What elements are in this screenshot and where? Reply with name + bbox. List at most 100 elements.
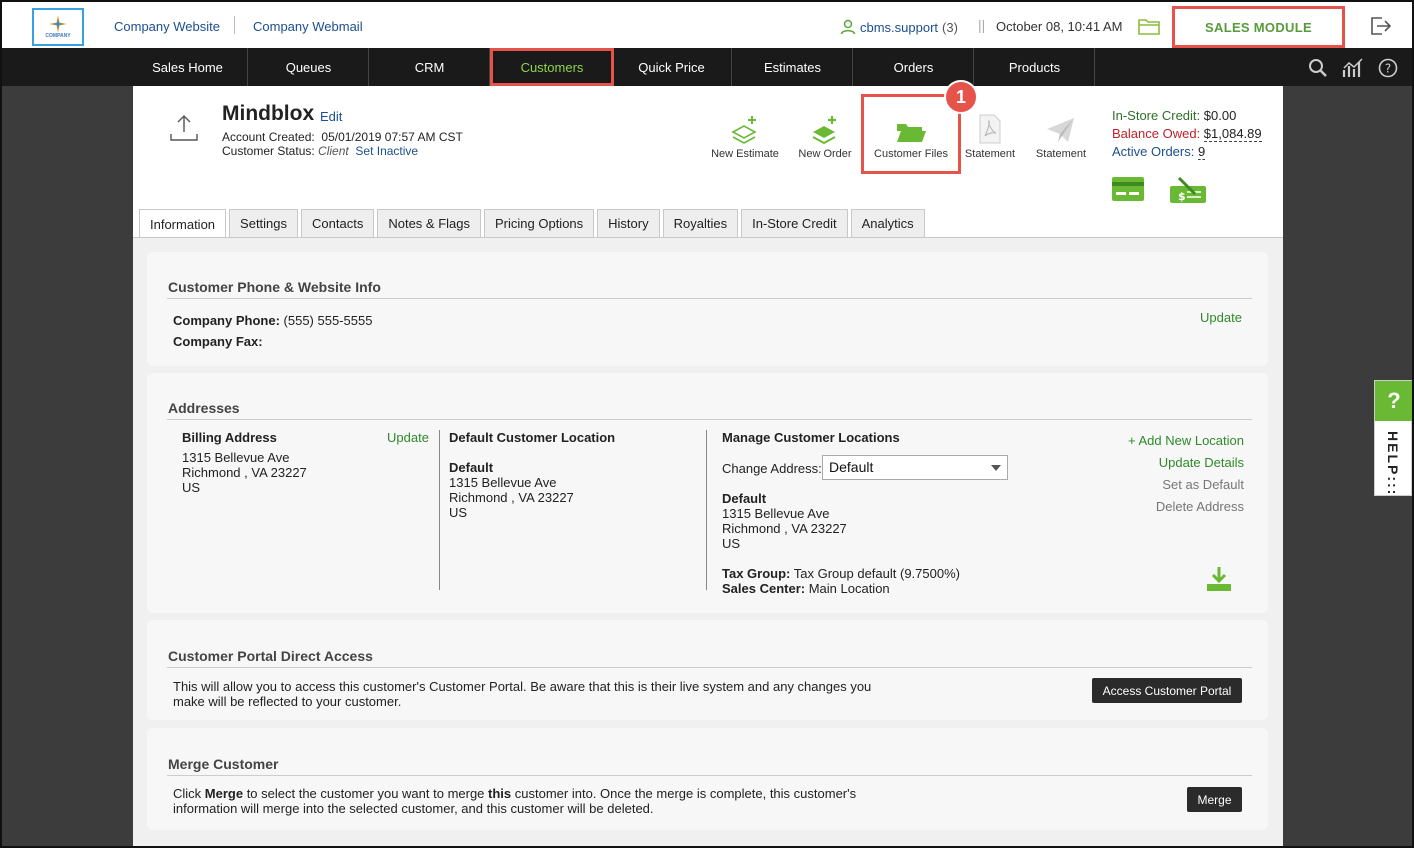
divider xyxy=(167,775,1252,776)
merge-text: to select the customer you want to merge xyxy=(243,786,489,801)
help-circle-icon[interactable]: ? xyxy=(1378,58,1398,78)
current-datetime: October 08, 10:41 AM xyxy=(996,19,1123,34)
user-menu[interactable]: cbms.support (3) xyxy=(840,19,958,35)
notification-count: (3) xyxy=(942,19,958,35)
manage-line-2: Richmond , VA 23227 xyxy=(722,521,847,536)
search-icon[interactable] xyxy=(1308,58,1328,78)
default-location-name: Default xyxy=(449,460,494,475)
active-orders-label: Active Orders: xyxy=(1112,144,1195,159)
company-fax-label: Company Fax: xyxy=(173,334,263,349)
nav-crm[interactable]: CRM xyxy=(370,48,490,86)
in-store-credit-value: $0.00 xyxy=(1203,108,1237,123)
nav-customers[interactable]: Customers xyxy=(490,48,614,86)
nav-sales-home[interactable]: Sales Home xyxy=(128,48,248,86)
new-estimate-label: New Estimate xyxy=(711,148,779,160)
tax-group-label: Tax Group: xyxy=(722,566,791,581)
set-inactive-link[interactable]: Set Inactive xyxy=(355,144,418,158)
pdf-icon xyxy=(979,114,1001,144)
merge-text: Click xyxy=(173,786,205,801)
download-icon[interactable] xyxy=(1206,566,1232,595)
logout-icon[interactable] xyxy=(1370,16,1392,39)
tab-notes-flags[interactable]: Notes & Flags xyxy=(377,209,481,237)
main-nav: Sales Home Queues CRM Customers Quick Pr… xyxy=(2,48,1412,86)
new-estimate-icon xyxy=(731,116,757,144)
nav-queues[interactable]: Queues xyxy=(249,48,369,86)
customer-status: Customer Status: Client Set Inactive xyxy=(222,144,418,158)
tab-history[interactable]: History xyxy=(597,209,660,237)
nav-quick-price[interactable]: Quick Price xyxy=(612,48,732,86)
sales-module-button[interactable]: SALES MODULE xyxy=(1172,6,1345,48)
analytics-icon[interactable] xyxy=(1342,58,1364,78)
tab-settings[interactable]: Settings xyxy=(229,209,299,237)
nav-estimates[interactable]: Estimates xyxy=(733,48,853,86)
account-created-value: 05/01/2019 07:57 AM CST xyxy=(321,130,463,144)
delete-address-link[interactable]: Delete Address xyxy=(1156,499,1244,514)
statement-pdf-label: Statement xyxy=(964,148,1016,160)
access-customer-portal-button[interactable]: Access Customer Portal xyxy=(1092,678,1242,703)
change-address-label: Change Address: xyxy=(722,461,822,476)
svg-text:$: $ xyxy=(1178,190,1186,203)
statement-pdf-button[interactable]: Statement xyxy=(963,110,1017,160)
folder-icon[interactable] xyxy=(1138,17,1160,38)
statement-send-button[interactable]: Statement xyxy=(1032,110,1090,160)
tab-information[interactable]: Information xyxy=(139,209,227,238)
company-logo[interactable]: COMPANY xyxy=(32,8,84,46)
merge-text-bold: Merge xyxy=(204,786,244,801)
divider xyxy=(234,16,235,34)
new-estimate-button[interactable]: New Estimate xyxy=(708,110,782,160)
tab-royalties[interactable]: Royalties xyxy=(662,209,739,237)
customer-files-button[interactable]: Customer Files xyxy=(865,110,957,160)
help-question-icon: ? xyxy=(1375,381,1412,421)
username: cbms.support xyxy=(860,19,939,35)
tab-pricing-options[interactable]: Pricing Options xyxy=(484,209,595,237)
billing-update-link[interactable]: Update xyxy=(387,430,429,445)
new-order-label: New Order xyxy=(798,148,852,160)
tax-group-value: Tax Group default (9.7500%) xyxy=(793,566,960,581)
balance-owed-value[interactable]: $1,084.89 xyxy=(1203,126,1262,142)
new-order-button[interactable]: New Order xyxy=(793,110,857,160)
update-details-link[interactable]: Update Details xyxy=(1159,455,1244,470)
edit-customer-link[interactable]: Edit xyxy=(320,109,342,124)
send-icon xyxy=(1047,118,1074,142)
merge-title: Merge Customer xyxy=(168,756,279,772)
add-location-link[interactable]: + Add New Location xyxy=(1128,433,1244,448)
tab-analytics[interactable]: Analytics xyxy=(850,209,925,237)
company-phone-value: (555) 555-5555 xyxy=(283,313,373,328)
status-label: Customer Status: xyxy=(222,144,315,158)
help-widget[interactable]: ? HELP::: xyxy=(1374,380,1412,496)
merge-button[interactable]: Merge xyxy=(1187,787,1242,812)
default-line-2: Richmond , VA 23227 xyxy=(449,490,574,505)
divider xyxy=(706,430,707,590)
change-address-value: Default xyxy=(829,459,874,475)
sales-center: Sales Center: Main Location xyxy=(722,581,890,596)
company-website-link[interactable]: Company Website xyxy=(114,19,220,34)
company-webmail-link[interactable]: Company Webmail xyxy=(253,19,363,34)
billing-line-3: US xyxy=(182,480,201,495)
tab-contacts[interactable]: Contacts xyxy=(301,209,375,237)
customer-portal-card: Customer Portal Direct Access This will … xyxy=(147,620,1268,720)
active-orders: Active Orders: 9 xyxy=(1112,144,1206,160)
in-store-credit: In-Store Credit: $0.00 xyxy=(1112,108,1236,123)
phone-website-card: Customer Phone & Website Info Company Ph… xyxy=(147,252,1268,366)
manage-locations-title: Manage Customer Locations xyxy=(722,430,900,445)
balance-owed-label: Balance Owed: xyxy=(1112,126,1201,141)
step-badge: 1 xyxy=(944,80,978,114)
merge-text-line-2: information will merge into the selected… xyxy=(173,801,654,816)
customer-name: Mindblox xyxy=(222,102,315,125)
default-location-title: Default Customer Location xyxy=(449,430,616,445)
check-payment-icon[interactable]: $ xyxy=(1169,176,1207,204)
new-order-icon xyxy=(812,116,836,144)
merge-text-bold: this xyxy=(488,786,512,801)
sales-center-value: Main Location xyxy=(808,581,890,596)
active-orders-value[interactable]: 9 xyxy=(1197,144,1206,160)
tab-in-store-credit[interactable]: In-Store Credit xyxy=(741,209,848,237)
credit-card-icon[interactable] xyxy=(1111,176,1145,202)
upload-icon[interactable] xyxy=(169,114,199,145)
phone-update-link[interactable]: Update xyxy=(1200,310,1242,325)
statement-send-label: Statement xyxy=(1035,148,1087,160)
nav-products[interactable]: Products xyxy=(975,48,1095,86)
top-bar: COMPANY Company Website Company Webmail … xyxy=(2,2,1412,48)
divider: || xyxy=(978,17,986,33)
change-address-select[interactable]: Default xyxy=(822,455,1008,480)
set-default-link[interactable]: Set as Default xyxy=(1162,477,1244,492)
